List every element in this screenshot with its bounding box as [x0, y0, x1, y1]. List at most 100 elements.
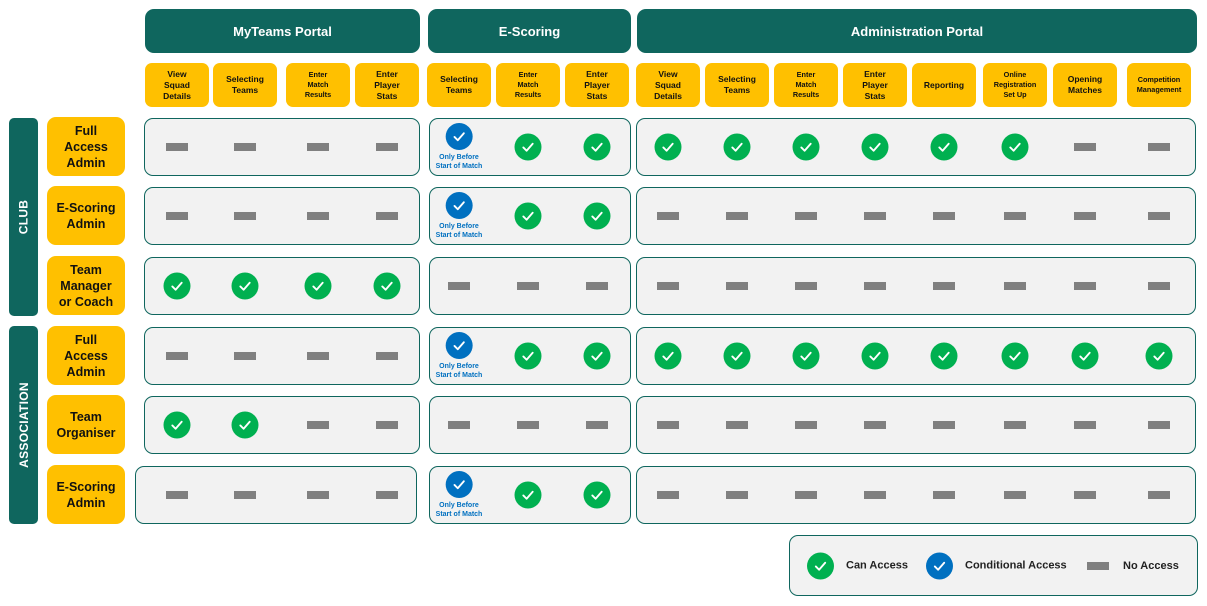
column-header-escoring-2: Enter Player Stats: [565, 63, 629, 107]
column-header-myteams-0: View Squad Details: [145, 63, 209, 107]
no-access-dash-icon: [307, 212, 329, 220]
role-assoc-team-organiser: Team Organiser: [47, 395, 125, 454]
can-access-check-icon: [930, 133, 958, 161]
group-label-club: CLUB: [9, 118, 38, 316]
no-access-dash-icon: [376, 212, 398, 220]
can-access-check-icon: [1001, 133, 1029, 161]
conditional-access-check-icon: [445, 332, 473, 359]
no-access-dash-icon: [1074, 212, 1096, 220]
gray-dash-icon: [1087, 561, 1109, 570]
can-access-check-icon: [583, 481, 611, 509]
access-row-admin: [636, 466, 1196, 524]
no-access-dash-icon: [307, 143, 329, 151]
can-access-check-icon: [163, 411, 191, 439]
no-access-dash-icon: [864, 212, 886, 220]
no-access-dash-icon: [864, 421, 886, 429]
role-club-full-access-admin: Full Access Admin: [47, 117, 125, 176]
portal-title: E-Scoring: [498, 23, 561, 39]
column-header-admin-5: Online Registration Set Up: [983, 63, 1047, 107]
role-assoc-escoring-admin: E-Scoring Admin: [47, 465, 125, 524]
no-access-dash-icon: [234, 143, 256, 151]
can-access-check-icon: [723, 133, 751, 161]
column-header-admin-4: Reporting: [912, 63, 976, 107]
can-access-check-icon: [654, 133, 682, 161]
no-access-dash-icon: [726, 491, 748, 499]
no-access-dash-icon: [1148, 421, 1170, 429]
conditional-access-cell: Only Before Start of Match: [435, 332, 483, 380]
legend-item-conditional-access: Conditional Access: [926, 552, 1067, 579]
no-access-dash-icon: [726, 282, 748, 290]
no-access-dash-icon: [1148, 143, 1170, 151]
can-access-check-icon: [1001, 342, 1029, 370]
conditional-access-check-icon: [445, 192, 473, 219]
role-club-escoring-admin: E-Scoring Admin: [47, 186, 125, 245]
no-access-dash-icon: [657, 212, 679, 220]
no-access-dash-icon: [376, 421, 398, 429]
can-access-check-icon: [304, 272, 332, 300]
no-access-dash-icon: [1074, 282, 1096, 290]
no-access-dash-icon: [234, 352, 256, 360]
legend-item-can-access: Can Access: [807, 552, 908, 579]
can-access-check-icon: [1145, 342, 1173, 370]
conditional-note: Only Before Start of Match: [435, 363, 483, 379]
no-access-dash-icon: [586, 421, 608, 429]
role-assoc-full-access-admin: Full Access Admin: [47, 326, 125, 385]
can-access-check-icon: [792, 133, 820, 161]
no-access-dash-icon: [933, 491, 955, 499]
legend-label: No Access: [1123, 559, 1179, 572]
no-access-dash-icon: [657, 282, 679, 290]
column-header-admin-1: Selecting Teams: [705, 63, 769, 107]
no-access-dash-icon: [448, 282, 470, 290]
column-header-myteams-1: Selecting Teams: [213, 63, 277, 107]
no-access-dash-icon: [933, 212, 955, 220]
legend-label: Conditional Access: [965, 559, 1067, 572]
can-access-check-icon: [583, 133, 611, 161]
legend-label: Can Access: [846, 559, 908, 572]
conditional-access-cell: Only Before Start of Match: [435, 471, 483, 519]
no-access-dash-icon: [795, 421, 817, 429]
no-access-dash-icon: [657, 421, 679, 429]
no-access-dash-icon: [376, 491, 398, 499]
can-access-check-icon: [163, 272, 191, 300]
column-header-admin-3: Enter Player Stats: [843, 63, 907, 107]
no-access-dash-icon: [166, 143, 188, 151]
column-header-admin-2: Enter Match Results: [774, 63, 838, 107]
can-access-check-icon: [792, 342, 820, 370]
can-access-check-icon: [514, 133, 542, 161]
no-access-dash-icon: [795, 491, 817, 499]
no-access-dash-icon: [1004, 212, 1026, 220]
group-label-association: ASSOCIATION: [9, 326, 38, 524]
column-header-escoring-0: Selecting Teams: [427, 63, 491, 107]
no-access-dash-icon: [307, 352, 329, 360]
no-access-dash-icon: [166, 352, 188, 360]
portal-header-admin: Administration Portal: [637, 9, 1197, 53]
column-header-admin-6: Opening Matches: [1053, 63, 1117, 107]
no-access-dash-icon: [376, 143, 398, 151]
no-access-dash-icon: [933, 282, 955, 290]
conditional-note: Only Before Start of Match: [435, 223, 483, 239]
access-row-admin: [636, 396, 1196, 454]
no-access-dash-icon: [864, 282, 886, 290]
portal-title: Administration Portal: [850, 23, 984, 39]
can-access-check-icon: [231, 411, 259, 439]
no-access-dash-icon: [795, 282, 817, 290]
no-access-dash-icon: [1148, 212, 1170, 220]
no-access-dash-icon: [517, 421, 539, 429]
can-access-check-icon: [373, 272, 401, 300]
can-access-check-icon: [1071, 342, 1099, 370]
no-access-dash-icon: [726, 212, 748, 220]
can-access-check-icon: [514, 202, 542, 230]
no-access-dash-icon: [1074, 143, 1096, 151]
can-access-check-icon: [514, 481, 542, 509]
can-access-check-icon: [654, 342, 682, 370]
no-access-dash-icon: [166, 491, 188, 499]
no-access-dash-icon: [1004, 491, 1026, 499]
no-access-dash-icon: [166, 212, 188, 220]
conditional-access-check-icon: [445, 123, 473, 150]
no-access-dash-icon: [1148, 491, 1170, 499]
no-access-dash-icon: [307, 491, 329, 499]
conditional-note: Only Before Start of Match: [435, 502, 483, 518]
portal-header-escoring: E-Scoring: [428, 9, 631, 53]
no-access-dash-icon: [1148, 282, 1170, 290]
column-header-escoring-1: Enter Match Results: [496, 63, 560, 107]
